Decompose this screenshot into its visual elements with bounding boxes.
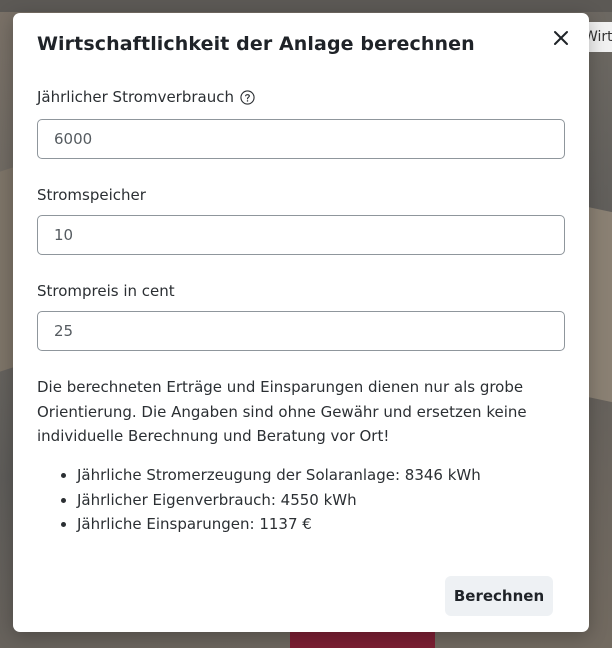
- question-circle-icon[interactable]: [240, 89, 255, 105]
- close-icon: [554, 31, 568, 45]
- result-savings: Jährliche Einsparungen: 1137 €: [77, 512, 481, 537]
- consumption-label: Jährlicher Stromverbrauch: [37, 88, 234, 106]
- close-button[interactable]: [550, 27, 572, 49]
- calculate-button[interactable]: Berechnen: [445, 576, 553, 616]
- storage-label-row: Stromspeicher: [37, 186, 146, 204]
- background-band: [0, 0, 612, 12]
- consumption-label-row: Jährlicher Stromverbrauch: [37, 88, 255, 106]
- dialog-title: Wirtschaftlichkeit der Anlage berechnen: [37, 33, 475, 55]
- storage-label: Stromspeicher: [37, 186, 146, 204]
- results-list: Jährliche Stromerzeugung der Solaranlage…: [37, 463, 481, 537]
- result-self-consumption: Jährlicher Eigenverbrauch: 4550 kWh: [77, 488, 481, 513]
- price-label: Strompreis in cent: [37, 282, 175, 300]
- result-annual-generation: Jährliche Stromerzeugung der Solaranlage…: [77, 463, 481, 488]
- consumption-input[interactable]: [37, 119, 565, 159]
- price-input[interactable]: [37, 311, 565, 351]
- economy-calculator-dialog: Wirtschaftlichkeit der Anlage berechnen …: [13, 13, 589, 632]
- price-label-row: Strompreis in cent: [37, 282, 175, 300]
- storage-input[interactable]: [37, 215, 565, 255]
- disclaimer-text: Die berechneten Erträge und Einsparungen…: [37, 378, 527, 445]
